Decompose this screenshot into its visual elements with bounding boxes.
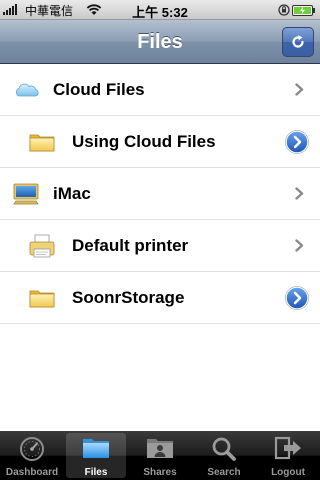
refresh-button[interactable] xyxy=(282,27,314,57)
refresh-icon xyxy=(292,35,304,48)
chevron-right-icon xyxy=(295,239,304,252)
shares-icon xyxy=(147,439,173,458)
list-item-label: Default printer xyxy=(72,236,189,255)
chevron-right-icon xyxy=(295,187,304,200)
list-item-cloud-files[interactable]: Cloud Files xyxy=(0,64,320,116)
tab-logout[interactable]: Logout xyxy=(256,431,320,480)
tab-files[interactable]: Files xyxy=(64,431,128,480)
battery-icon xyxy=(292,5,315,16)
list-item-label: iMac xyxy=(53,184,91,203)
list-item-imac[interactable]: iMac xyxy=(0,168,320,220)
logout-icon xyxy=(274,436,301,460)
search-icon xyxy=(212,437,236,461)
list-item-soonrstorage[interactable]: SoonrStorage xyxy=(0,272,320,324)
computer-icon xyxy=(13,183,39,204)
detail-disclosure-button[interactable] xyxy=(285,286,309,310)
tab-search[interactable]: Search xyxy=(192,431,256,480)
list-item-label: Using Cloud Files xyxy=(72,132,216,151)
status-time: 上午 5:32 xyxy=(132,5,188,20)
tab-label: Dashboard xyxy=(5,467,59,478)
cloud-icon xyxy=(16,83,39,96)
tab-label: Shares xyxy=(143,467,177,478)
folder-icon xyxy=(29,290,55,307)
printer-icon xyxy=(29,234,55,257)
orientation-lock-icon xyxy=(278,4,290,16)
chevron-right-icon xyxy=(295,83,304,96)
list-item-label: Cloud Files xyxy=(53,80,145,99)
tab-label: Search xyxy=(207,467,241,478)
status-bar: 中華電信 上午 5:32 xyxy=(0,0,320,20)
files-icon xyxy=(83,439,109,458)
tab-label: Files xyxy=(84,467,108,478)
file-list: Cloud Files Using Cloud Files iMac Defau… xyxy=(0,64,320,324)
tab-label: Logout xyxy=(271,467,305,478)
detail-disclosure-button[interactable] xyxy=(285,130,309,154)
folder-icon xyxy=(29,134,55,151)
tab-bar: Dashboard Files Shares Search Logout xyxy=(0,431,320,480)
list-item-default-printer[interactable]: Default printer xyxy=(0,220,320,272)
screen: 中華電信 上午 5:32 Files Cloud Files Using Clo… xyxy=(0,0,320,480)
tab-shares[interactable]: Shares xyxy=(128,431,192,480)
list-item-using-cloud-files[interactable]: Using Cloud Files xyxy=(0,116,320,168)
navigation-bar: Files xyxy=(0,20,320,64)
tab-dashboard[interactable]: Dashboard xyxy=(0,431,64,480)
nav-title: Files xyxy=(137,31,183,53)
list-item-label: SoonrStorage xyxy=(72,288,185,307)
dashboard-icon xyxy=(20,437,44,461)
